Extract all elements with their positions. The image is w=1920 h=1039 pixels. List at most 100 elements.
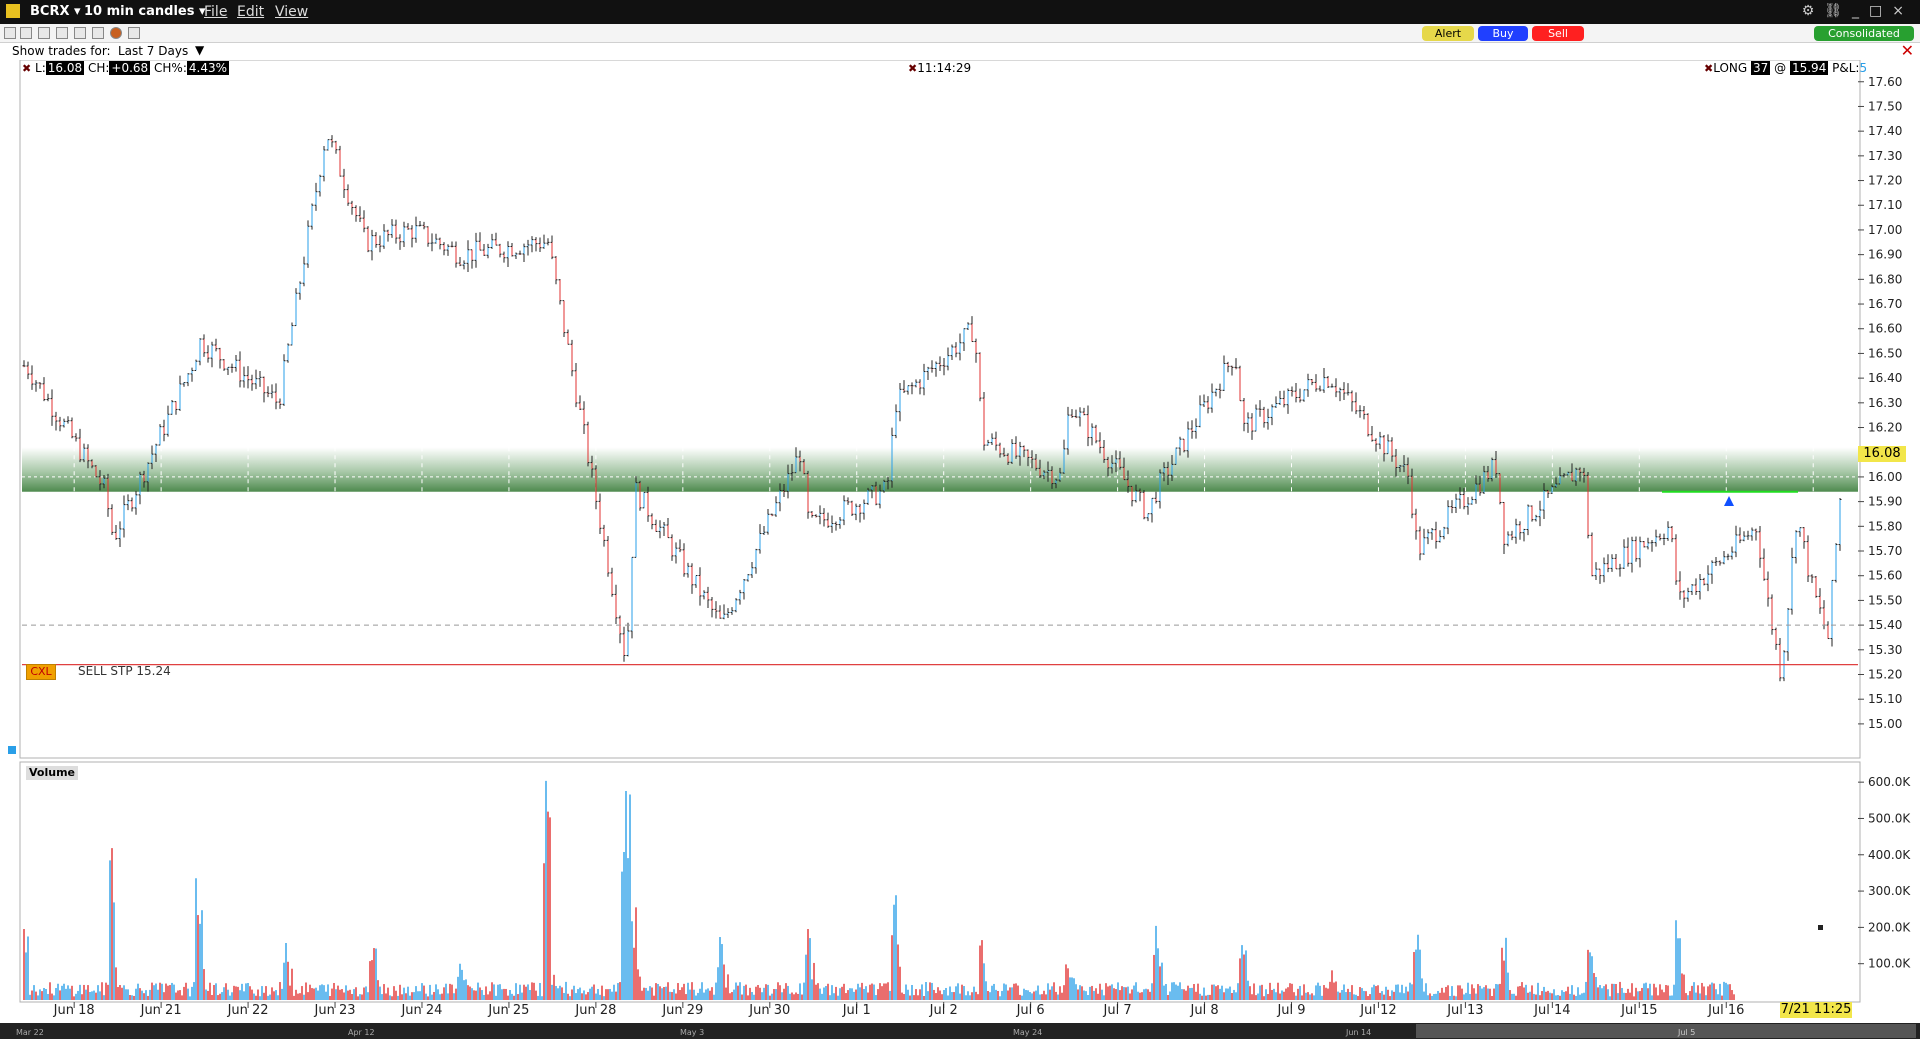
y-tick-label: 15.20 — [1868, 667, 1902, 681]
last-value: 16.08 — [45, 61, 85, 75]
y-tick-label: 17.40 — [1868, 124, 1902, 138]
scroll-left-icon[interactable] — [8, 746, 16, 754]
y-tick-label: 16.20 — [1868, 421, 1902, 435]
last-price-badge: 16.08 — [1858, 446, 1906, 462]
y-tick-label: 15.40 — [1868, 618, 1902, 632]
bar-chart-icon[interactable] — [20, 27, 32, 39]
y-tick-label: 15.50 — [1868, 593, 1902, 607]
date-badge: 7/21 11:25 — [1780, 1002, 1852, 1018]
trades-filter-row: Show trades for: Last 7 Days ▼ ✕ — [0, 41, 1920, 60]
x-tick-label: Jun 24 — [400, 1003, 442, 1018]
x-tick-label: Jun 28 — [574, 1003, 616, 1018]
change-label: CH: — [87, 61, 110, 75]
x-tick-label: Jul 6 — [1016, 1003, 1045, 1018]
y-tick-label: 17.00 — [1868, 223, 1902, 237]
buy-button[interactable]: Buy — [1478, 26, 1528, 41]
time-info: ✖11:14:29 — [908, 61, 971, 75]
consolidated-button[interactable]: Consolidated — [1814, 26, 1914, 41]
y-tick-label: 16.00 — [1868, 470, 1902, 484]
x-tick-label: Jul 8 — [1190, 1003, 1219, 1018]
order-label: SELL STP 15.24 — [78, 664, 171, 678]
x-tick-label: Jun 22 — [227, 1003, 269, 1018]
vol-y-tick-label: 300.0K — [1868, 884, 1911, 898]
title-bar: BCRX ▾ 10 min candles ▾ File Edit View ⚙… — [0, 0, 1920, 24]
position-price: 15.94 — [1789, 61, 1829, 75]
x-tick-label: Jun 21 — [140, 1003, 182, 1018]
position-label: LONG — [1713, 61, 1748, 75]
y-tick-label: 15.00 — [1868, 717, 1902, 731]
maximize-icon[interactable]: □ — [1869, 3, 1892, 19]
y-tick-label: 16.90 — [1868, 248, 1902, 262]
x-tick-label: Jun 25 — [487, 1003, 529, 1018]
draw-line-icon[interactable] — [56, 27, 68, 39]
pnl-value: 5 — [1859, 61, 1868, 75]
period-label: 10 min candles — [84, 4, 195, 19]
y-tick-label: 16.70 — [1868, 297, 1902, 311]
x-tick-label: Jul 13 — [1446, 1003, 1483, 1018]
x-tick-label: Jul 2 — [929, 1003, 958, 1018]
y-tick-label: 15.30 — [1868, 643, 1902, 657]
candle-icon[interactable] — [38, 27, 50, 39]
position-qty: 37 — [1751, 61, 1771, 75]
x-tick-label: Jun 18 — [53, 1003, 95, 1018]
chevron-down-icon[interactable]: ▼ — [195, 43, 204, 57]
close-panel-icon[interactable]: ✕ — [1901, 41, 1914, 60]
crosshair-icon[interactable] — [110, 27, 122, 39]
y-tick-label: 16.30 — [1868, 396, 1902, 410]
settings-icon[interactable]: ⚙ — [1802, 3, 1825, 19]
close-quote-icon[interactable]: ✖ — [22, 62, 31, 75]
minimize-icon[interactable]: _ — [1852, 3, 1869, 19]
x-tick-label: Jul 7 — [1103, 1003, 1132, 1018]
x-tick-label: Jul 12 — [1359, 1003, 1396, 1018]
period-selector[interactable]: 10 min candles ▾ — [84, 4, 206, 19]
change-value: +0.68 — [109, 61, 151, 75]
y-tick-label: 15.90 — [1868, 495, 1902, 509]
y-tick-label: 15.60 — [1868, 569, 1902, 583]
link-icon[interactable]: ⛓ — [1824, 3, 1852, 19]
nav-label: May 24 — [1013, 1028, 1042, 1037]
chart-type-icon[interactable] — [4, 27, 16, 39]
close-time-icon[interactable]: ✖ — [908, 62, 917, 75]
x-tick-label: Jun 30 — [748, 1003, 790, 1018]
nav-label: May 3 — [680, 1028, 704, 1037]
x-tick-label: Jul 16 — [1707, 1003, 1744, 1018]
price-pane — [19, 60, 1861, 759]
alert-button[interactable]: Alert — [1422, 26, 1474, 41]
menu-file[interactable]: File — [204, 4, 227, 20]
menu-view[interactable]: View — [275, 4, 308, 20]
y-tick-label: 16.50 — [1868, 346, 1902, 360]
trades-filter-select[interactable]: Last 7 Days — [118, 44, 188, 58]
vol-y-tick-label: 500.0K — [1868, 811, 1911, 825]
x-tick-label: Jun 23 — [314, 1003, 356, 1018]
close-icon[interactable]: × — [1892, 3, 1914, 19]
y-tick-label: 17.50 — [1868, 99, 1902, 113]
quote-time: 11:14:29 — [917, 61, 972, 75]
vol-y-tick-label: 100.0K — [1868, 957, 1911, 971]
navigator-window[interactable] — [1416, 1024, 1916, 1038]
x-tick-label: Jul 14 — [1533, 1003, 1570, 1018]
y-tick-label: 15.70 — [1868, 544, 1902, 558]
sell-button[interactable]: Sell — [1532, 26, 1584, 41]
zoom-out-icon[interactable] — [92, 27, 104, 39]
y-tick-label: 15.80 — [1868, 519, 1902, 533]
price-chart[interactable]: 15.00 15.10 15.20 15.30 15.40 15.50 15.60 15.70… — [0, 60, 1920, 1022]
y-tick-label: 17.60 — [1868, 75, 1902, 89]
volume-pane — [19, 761, 1861, 1003]
nav-label: Mar 22 — [16, 1028, 44, 1037]
nav-label: Apr 12 — [348, 1028, 375, 1037]
time-navigator[interactable]: Mar 22 Apr 12 May 3 May 24 Jun 14 Jul 5 — [0, 1023, 1920, 1039]
resistance-band — [22, 447, 1858, 492]
y-tick-label: 17.30 — [1868, 149, 1902, 163]
zoom-in-icon[interactable] — [74, 27, 86, 39]
y-tick-label: 17.10 — [1868, 198, 1902, 212]
cancel-order-button[interactable]: CXL — [26, 664, 56, 680]
position-at: @ — [1774, 61, 1787, 75]
symbol-selector[interactable]: BCRX ▾ — [30, 4, 81, 19]
menu-edit[interactable]: Edit — [237, 4, 264, 20]
nav-label: Jun 14 — [1345, 1028, 1371, 1037]
close-position-icon[interactable]: ✖ — [1704, 62, 1713, 75]
x-tick-label: Jul 1 — [842, 1003, 871, 1018]
last-label: L: — [35, 61, 46, 75]
cursor-marker-icon — [1818, 925, 1823, 930]
settings-toolbar-icon[interactable] — [128, 27, 140, 39]
